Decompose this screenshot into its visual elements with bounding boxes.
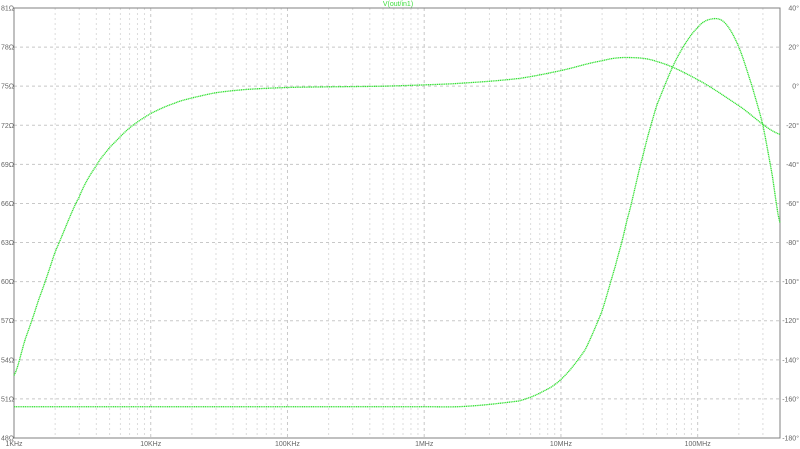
- y-left-tick-label: 66Ω: [1, 201, 14, 208]
- y-left-tick-label: 78Ω: [1, 45, 14, 52]
- y-left-tick-label: 63Ω: [1, 240, 14, 247]
- y-right-tick-label: -40°: [786, 161, 799, 169]
- x-tick-label: 100MHz: [685, 441, 712, 448]
- y-right-tick-label: -20°: [786, 122, 799, 130]
- y-right-tick-label: -100°: [782, 278, 799, 286]
- y-right-tick-label: -180°: [782, 435, 799, 443]
- x-tick-label: 100KHz: [275, 441, 300, 448]
- y-left-tick-label: 54Ω: [1, 357, 14, 364]
- y-left-tick-label: 72Ω: [1, 123, 14, 130]
- y-left-tick-label: 60Ω: [1, 279, 14, 286]
- y-right-tick-label: -60°: [786, 200, 799, 208]
- y-left-tick-label: 48Ω: [1, 436, 14, 443]
- x-tick-label: 10KHz: [140, 441, 162, 448]
- y-left-tick-label: 81Ω: [1, 6, 14, 13]
- y-right-tick-label: -160°: [782, 395, 799, 403]
- y-right-tick-label: 40°: [788, 5, 799, 13]
- bode-plot: V(out/in1) 1KHz 10KHz 100KHz 1MHz 10MHz 100MH…: [0, 0, 800, 449]
- y-left-tick-label: 51Ω: [1, 396, 14, 403]
- y-right-tick-label: 0°: [792, 83, 799, 91]
- y-left-tick-label: 75Ω: [1, 84, 14, 91]
- y-right-tick-label: -80°: [786, 239, 799, 247]
- x-tick-label: 10MHz: [550, 441, 573, 448]
- y-right-tick-label: -120°: [782, 317, 799, 325]
- y-left-tick-label: 57Ω: [1, 318, 14, 325]
- x-tick-label: 1MHz: [415, 441, 434, 448]
- y-right-tick-label: 20°: [788, 44, 799, 52]
- y-right-tick-label: -140°: [782, 356, 799, 364]
- trace-title[interactable]: V(out/in1): [383, 1, 413, 8]
- y-left-tick-label: 69Ω: [1, 162, 14, 169]
